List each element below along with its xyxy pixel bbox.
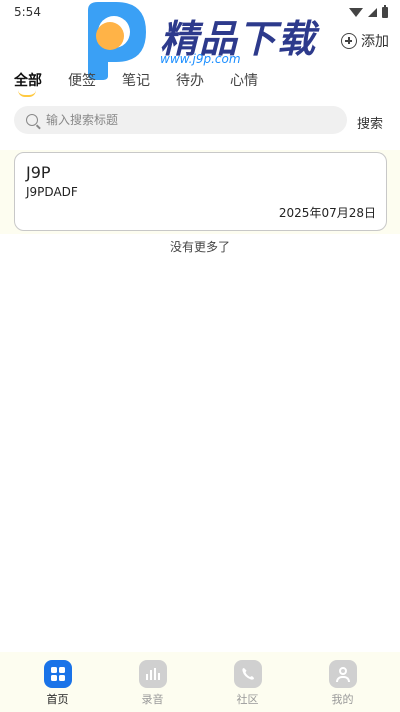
add-button-label: 添加 xyxy=(361,34,389,50)
watermark-url: www.j9p.com xyxy=(160,52,241,66)
signal-icon xyxy=(368,7,377,17)
plus-circle-icon xyxy=(341,33,357,49)
tab-todo[interactable]: 待办 xyxy=(176,70,204,90)
search-icon xyxy=(26,114,38,126)
note-title: J9P xyxy=(26,163,51,182)
tab-all[interactable]: 全部 xyxy=(14,70,42,97)
battery-icon xyxy=(382,4,388,18)
nav-label: 我的 xyxy=(331,693,354,706)
category-tabs: 全部 便签 笔记 待办 心情 xyxy=(14,70,258,97)
tab-memo[interactable]: 便签 xyxy=(68,70,96,90)
watermark-logo: 精品下载 www.j9p.com xyxy=(74,0,334,80)
tab-label: 待办 xyxy=(176,73,204,89)
person-icon xyxy=(328,660,357,688)
nav-label: 录音 xyxy=(141,693,164,706)
note-card[interactable]: J9P J9PDADF 2025年07月28日 xyxy=(14,152,387,231)
tab-notes[interactable]: 笔记 xyxy=(122,70,150,90)
phone-icon xyxy=(233,660,262,688)
tab-mood[interactable]: 心情 xyxy=(230,70,258,90)
status-time: 5:54 xyxy=(14,5,41,19)
status-icons xyxy=(349,4,388,18)
p-logo-icon xyxy=(88,2,146,80)
nav-recording[interactable]: 录音 xyxy=(118,652,188,712)
search-button[interactable]: 搜索 xyxy=(357,113,383,132)
list-end-text: 没有更多了 xyxy=(169,240,230,254)
search-input[interactable] xyxy=(46,113,326,127)
tab-label: 心情 xyxy=(230,73,258,89)
nav-community[interactable]: 社区 xyxy=(213,652,283,712)
home-grid-icon xyxy=(43,660,72,688)
search-bar xyxy=(14,106,347,134)
note-date: 2025年07月28日 xyxy=(278,206,376,220)
nav-home[interactable]: 首页 xyxy=(23,652,93,712)
note-content: J9PDADF xyxy=(26,185,78,199)
wifi-icon xyxy=(349,7,363,17)
audio-bars-icon xyxy=(138,660,167,688)
add-button[interactable]: 添加 xyxy=(341,31,389,51)
tab-label: 笔记 xyxy=(122,73,150,89)
bottom-nav: 首页 录音 社区 我的 xyxy=(0,652,400,712)
nav-label: 首页 xyxy=(46,693,69,706)
tab-active-indicator xyxy=(18,90,36,97)
nav-profile[interactable]: 我的 xyxy=(308,652,378,712)
tab-label: 便签 xyxy=(68,73,96,89)
nav-label: 社区 xyxy=(236,693,259,706)
tab-label: 全部 xyxy=(14,73,42,89)
